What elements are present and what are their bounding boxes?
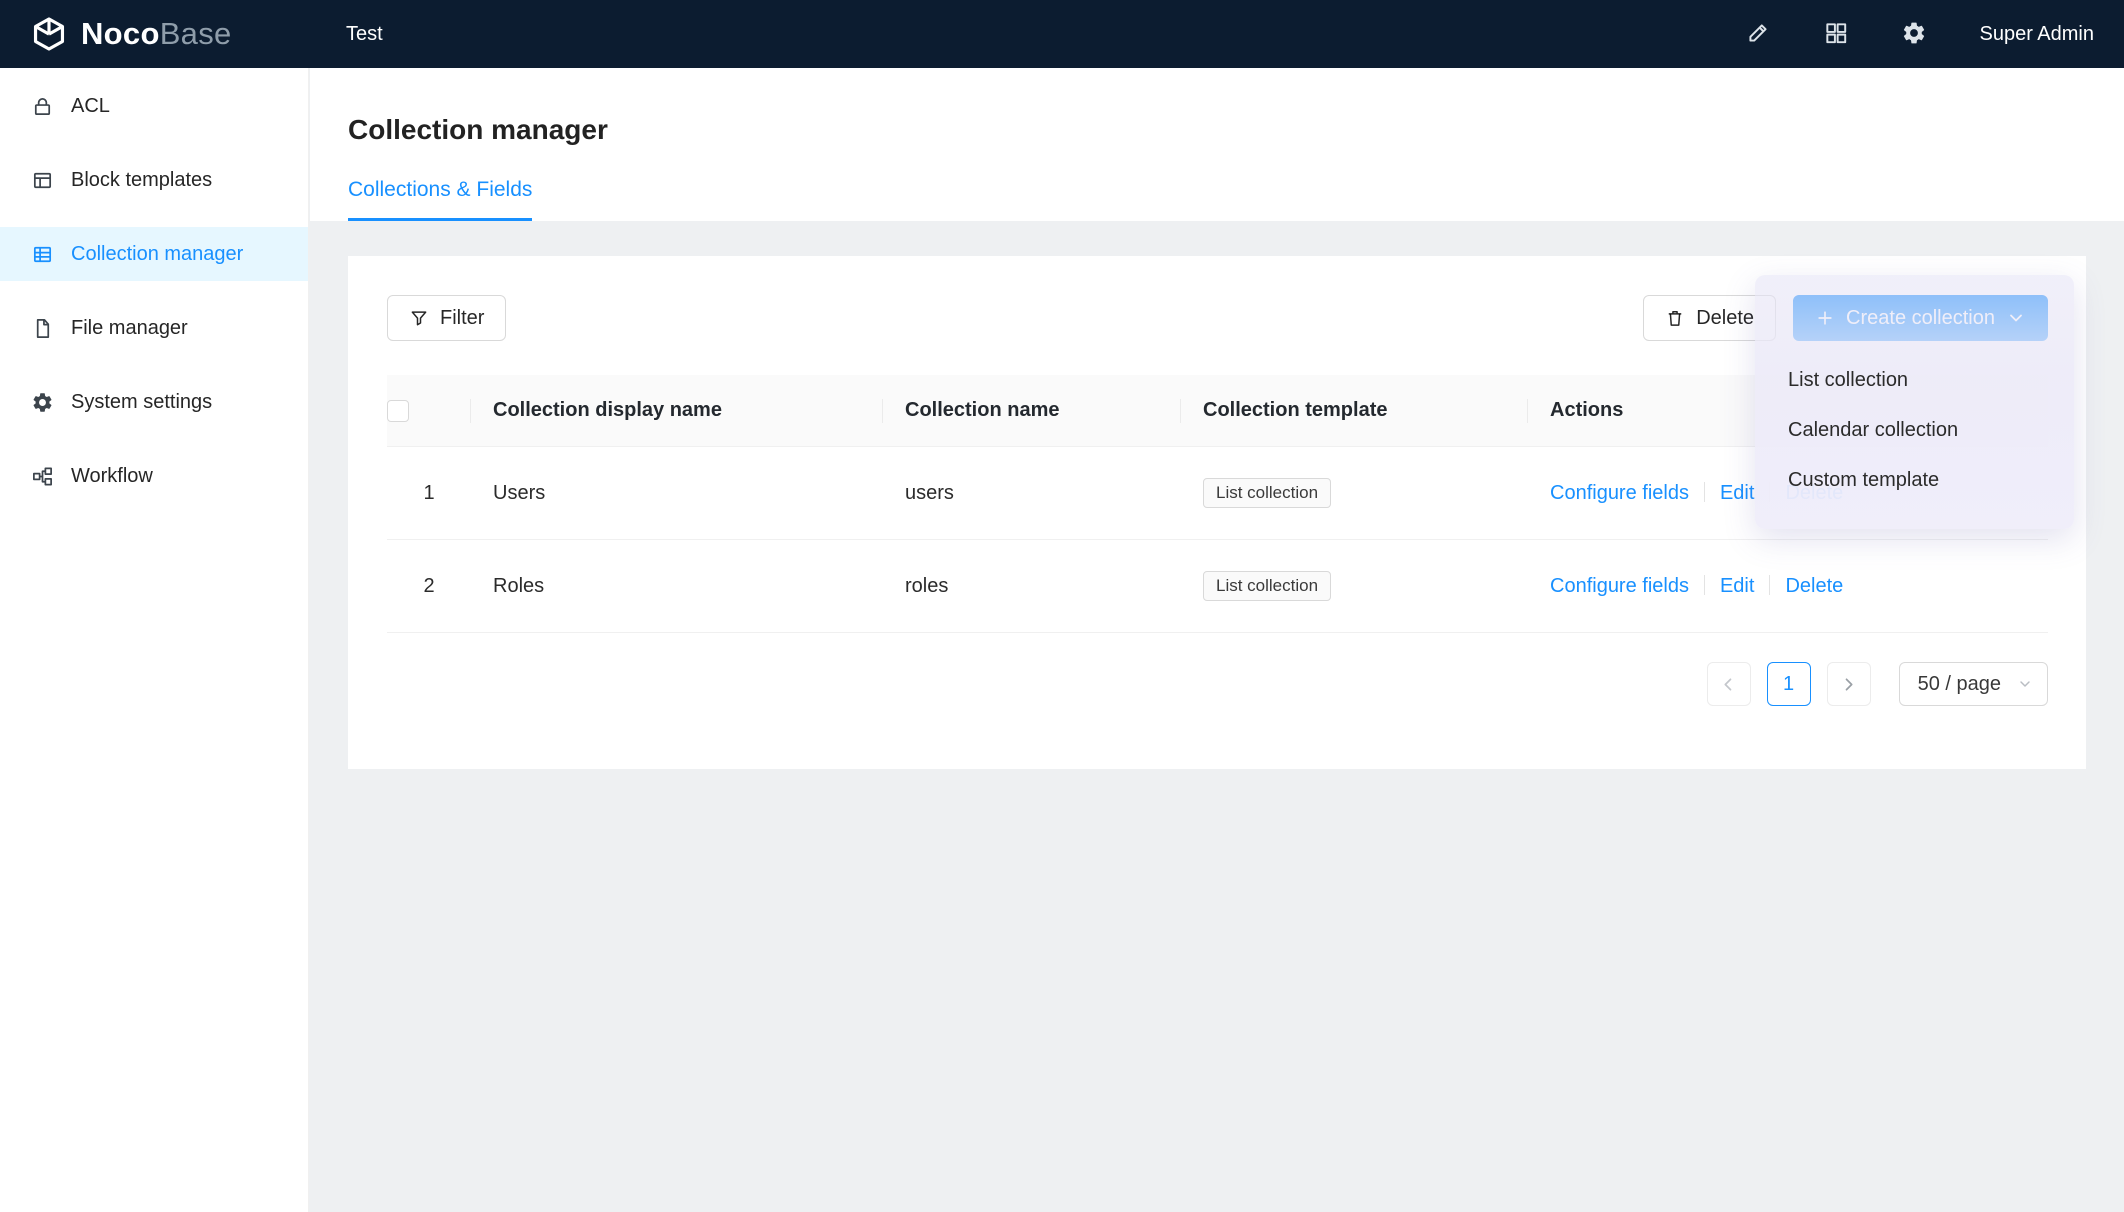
action-divider <box>1704 482 1705 502</box>
column-name: Collection name <box>883 375 1181 447</box>
sidebar-item-label: Collection manager <box>71 243 243 266</box>
cube-icon <box>30 15 68 53</box>
user-menu[interactable]: Super Admin <box>1979 23 2094 46</box>
settings-button[interactable] <box>1901 20 1927 49</box>
apps-grid-icon <box>1823 20 1849 46</box>
gear-icon <box>31 391 54 414</box>
row-index: 2 <box>387 540 471 633</box>
select-all-header <box>387 375 471 447</box>
main: Collection manager Collections & Fields … <box>310 0 2124 769</box>
edit-link[interactable]: Edit <box>1720 575 1754 597</box>
chevron-right-icon <box>1839 675 1858 694</box>
action-divider <box>1769 575 1770 595</box>
topbar-menu-item-test[interactable]: Test <box>309 23 383 46</box>
template-tag: List collection <box>1203 571 1331 601</box>
gear-icon <box>1901 20 1927 46</box>
trash-icon <box>1665 308 1685 328</box>
ui-editor-button[interactable] <box>1745 20 1771 49</box>
collection-card: Filter Delete Create collection <box>348 256 2086 769</box>
table-icon <box>31 243 54 266</box>
column-display-name: Collection display name <box>471 375 883 447</box>
filter-button[interactable]: Filter <box>387 295 506 341</box>
dropdown-item-list-collection[interactable]: List collection <box>1755 355 2074 405</box>
brand-name-bold: Noco <box>81 16 160 51</box>
cell-template: List collection <box>1181 447 1528 540</box>
sidebar-item-block-templates[interactable]: Block templates <box>0 153 308 207</box>
sidebar-item-system-settings[interactable]: System settings <box>0 375 308 429</box>
cell-name: roles <box>883 540 1181 633</box>
sidebar: ACL Block templates Collection manager F… <box>0 68 309 1212</box>
topbar: NocoBase Test Super Admin <box>0 0 2124 68</box>
cell-name: users <box>883 447 1181 540</box>
content: Filter Delete Create collection <box>310 221 2124 769</box>
sidebar-item-file-manager[interactable]: File manager <box>0 301 308 355</box>
layout-icon <box>31 169 54 192</box>
select-all-checkbox[interactable] <box>387 400 409 422</box>
sidebar-item-acl[interactable]: ACL <box>0 79 308 133</box>
table-row: 2 Roles roles List collection Configure … <box>387 540 2048 633</box>
brand-name: NocoBase <box>81 16 232 52</box>
page-header: Collection manager Collections & Fields <box>310 68 2124 221</box>
pagination: 1 50 / page <box>387 662 2048 706</box>
sidebar-item-collection-manager[interactable]: Collection manager <box>0 227 308 281</box>
sidebar-item-label: Workflow <box>71 465 153 488</box>
chevron-down-icon <box>2017 676 2033 692</box>
page-title: Collection manager <box>348 114 2124 146</box>
dropdown-menu: List collection Calendar collection Cust… <box>1755 275 2074 505</box>
tabs: Collections & Fields <box>348 178 2124 221</box>
dropdown-item-calendar-collection[interactable]: Calendar collection <box>1755 405 2074 455</box>
dropdown-item-custom-template[interactable]: Custom template <box>1755 455 2074 505</box>
sidebar-item-label: File manager <box>71 317 188 340</box>
cell-display-name: Users <box>471 447 883 540</box>
template-tag: List collection <box>1203 478 1331 508</box>
brand-name-light: Base <box>160 16 232 51</box>
topbar-right: Super Admin <box>1745 20 2124 49</box>
delete-button-label: Delete <box>1696 307 1754 330</box>
prev-page-button[interactable] <box>1707 662 1751 706</box>
page-size-select[interactable]: 50 / page <box>1899 662 2048 706</box>
highlighter-icon <box>1745 20 1771 46</box>
file-icon <box>31 317 54 340</box>
chevron-left-icon <box>1719 675 1738 694</box>
sidebar-item-label: ACL <box>71 95 110 118</box>
edit-link[interactable]: Edit <box>1720 482 1754 504</box>
column-template: Collection template <box>1181 375 1528 447</box>
lock-icon <box>31 95 54 118</box>
configure-fields-link[interactable]: Configure fields <box>1550 482 1689 504</box>
cell-template: List collection <box>1181 540 1528 633</box>
funnel-icon <box>409 308 429 328</box>
filter-button-label: Filter <box>440 307 484 330</box>
page-1-button[interactable]: 1 <box>1767 662 1811 706</box>
delete-link[interactable]: Delete <box>1785 575 1843 597</box>
cell-actions: Configure fields Edit Delete <box>1528 540 2048 633</box>
sidebar-item-label: System settings <box>71 391 212 414</box>
sidebar-item-label: Block templates <box>71 169 212 192</box>
cell-display-name: Roles <box>471 540 883 633</box>
configure-fields-link[interactable]: Configure fields <box>1550 575 1689 597</box>
tab-collections-fields[interactable]: Collections & Fields <box>348 178 532 221</box>
page-size-value: 50 / page <box>1918 673 2001 696</box>
action-divider <box>1704 575 1705 595</box>
next-page-button[interactable] <box>1827 662 1871 706</box>
plugins-button[interactable] <box>1823 20 1849 49</box>
row-index: 1 <box>387 447 471 540</box>
create-collection-dropdown: List collection Calendar collection Cust… <box>1755 275 2074 529</box>
sidebar-item-workflow[interactable]: Workflow <box>0 449 308 503</box>
workflow-icon <box>31 465 54 488</box>
brand-logo[interactable]: NocoBase <box>0 15 309 53</box>
